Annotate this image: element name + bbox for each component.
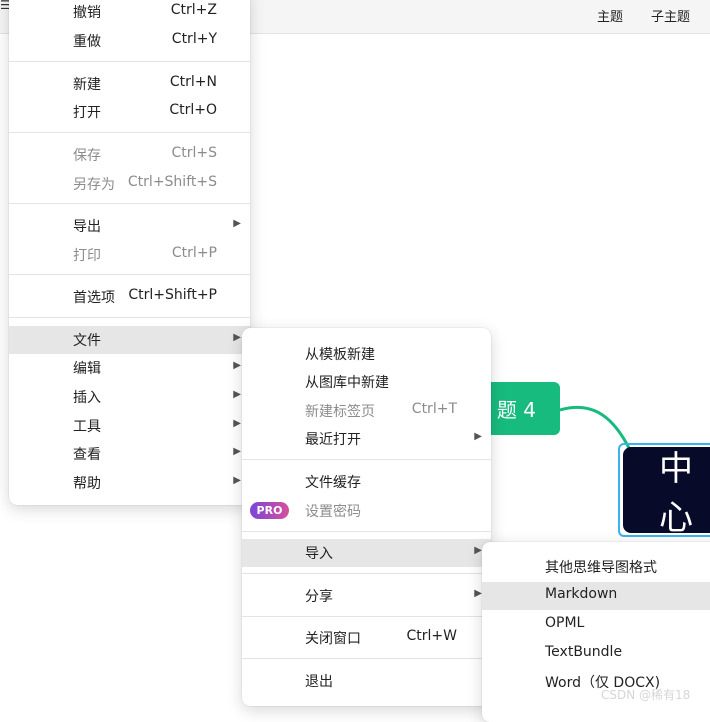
menu-item-insert[interactable]: 插入 ▶ <box>9 383 250 411</box>
menu-item-shortcut: Ctrl+Z <box>170 2 217 18</box>
menu-divider <box>9 274 250 275</box>
submenu-arrow-icon: ▶ <box>233 360 241 371</box>
menu-item-label: 另存为 <box>73 177 115 193</box>
menu-divider <box>242 658 491 659</box>
menu-item-redo[interactable]: 重做 Ctrl+Y <box>9 27 250 55</box>
menu-divider <box>9 317 250 318</box>
menu-item-shortcut: Ctrl+Y <box>171 31 217 47</box>
menu-item-edit[interactable]: 编辑 ▶ <box>9 354 250 382</box>
menu-item-label: Markdown <box>545 586 618 602</box>
menu-item-save-as[interactable]: 另存为 Ctrl+Shift+S <box>9 170 250 198</box>
menu-item-new-tab[interactable]: 新建标签页 Ctrl+T <box>242 397 491 425</box>
menu-item-label: 文件缓存 <box>305 475 361 491</box>
menu-item-label: 设置密码 <box>305 504 361 520</box>
menu-item-label: 关闭窗口 <box>305 631 361 647</box>
menu-item-label: OPML <box>545 615 585 631</box>
menu-item-label: 退出 <box>305 674 333 690</box>
submenu-arrow-icon: ▶ <box>233 446 241 457</box>
menu-item-label: 撤销 <box>73 5 101 21</box>
menu-item-label: 新建 <box>73 77 101 93</box>
menu-item-label: 帮助 <box>73 476 101 492</box>
menu-item-label: 编辑 <box>73 361 101 377</box>
menu-item-import-markdown[interactable]: Markdown <box>482 582 710 610</box>
menu-item-label: 从模板新建 <box>305 347 375 363</box>
menu-item-import[interactable]: 导入 ▶ <box>242 539 491 567</box>
menu-item-label: 打印 <box>73 248 101 264</box>
menu-item-share[interactable]: 分享 ▶ <box>242 582 491 610</box>
menu-item-label: 首选项 <box>73 290 115 306</box>
menu-item-quit[interactable]: 退出 <box>242 667 491 695</box>
watermark: CSDN @稀有18 <box>601 688 691 702</box>
submenu-arrow-icon: ▶ <box>474 588 482 599</box>
menu-divider <box>9 61 250 62</box>
menu-item-preferences[interactable]: 首选项 Ctrl+Shift+P <box>9 283 250 311</box>
pro-badge: PRO <box>250 502 289 519</box>
submenu-arrow-icon: ▶ <box>233 389 241 400</box>
menu-item-label: 保存 <box>73 148 101 164</box>
menu-item-label: 插入 <box>73 390 101 406</box>
menu-item-help[interactable]: 帮助 ▶ <box>9 469 250 497</box>
menu-item-close-window[interactable]: 关闭窗口 Ctrl+W <box>242 624 491 652</box>
menu-item-import-other-formats[interactable]: 其他思维导图格式 <box>482 553 710 581</box>
menu-item-label: 最近打开 <box>305 432 361 448</box>
menu-item-view[interactable]: 查看 ▶ <box>9 440 250 468</box>
menu-item-label: 导入 <box>305 546 333 562</box>
submenu-arrow-icon: ▶ <box>474 431 482 442</box>
menu-item-shortcut: Ctrl+P <box>171 245 217 261</box>
menu-item-label: 分享 <box>305 589 333 605</box>
menu-item-new-from-gallery[interactable]: 从图库中新建 <box>242 368 491 396</box>
menu-item-label: 打开 <box>73 105 101 121</box>
menu-item-file[interactable]: 文件 ▶ <box>9 326 250 354</box>
menu-item-file-cache[interactable]: 文件缓存 <box>242 468 491 496</box>
menu-divider <box>9 203 250 204</box>
submenu-arrow-icon: ▶ <box>233 418 241 429</box>
menu-item-new[interactable]: 新建 Ctrl+N <box>9 70 250 98</box>
menu-item-label: 导出 <box>73 219 101 235</box>
menu-item-shortcut: Ctrl+T <box>411 401 457 417</box>
menu-item-recent[interactable]: 最近打开 ▶ <box>242 425 491 453</box>
menu-item-set-password[interactable]: PRO 设置密码 <box>242 497 491 525</box>
menu-divider <box>242 616 491 617</box>
menu-item-open[interactable]: 打开 Ctrl+O <box>9 98 250 126</box>
menu-item-shortcut: Ctrl+N <box>169 74 217 90</box>
menu-item-shortcut: Ctrl+W <box>406 628 457 644</box>
menu-item-shortcut: Ctrl+Shift+S <box>127 174 217 190</box>
menu-item-label: TextBundle <box>545 644 623 660</box>
menu-item-undo[interactable]: 撤销 Ctrl+Z <box>9 0 250 26</box>
menu-item-label: 从图库中新建 <box>305 375 389 391</box>
main-menu: 撤销 Ctrl+Z 重做 Ctrl+Y 新建 Ctrl+N 打开 Ctrl+O … <box>9 0 250 505</box>
menu-item-shortcut: Ctrl+S <box>171 145 217 161</box>
submenu-arrow-icon: ▶ <box>233 332 241 343</box>
file-submenu: 从模板新建 从图库中新建 新建标签页 Ctrl+T 最近打开 ▶ 文件缓存 PR… <box>242 328 491 706</box>
menu-item-label: 重做 <box>73 34 101 50</box>
menu-item-import-textbundle[interactable]: TextBundle <box>482 640 710 668</box>
add-subtopic-button[interactable]: 子主题 <box>651 6 690 25</box>
menu-item-shortcut: Ctrl+O <box>169 102 217 118</box>
menu-item-label: 其他思维导图格式 <box>545 560 657 576</box>
submenu-arrow-icon: ▶ <box>233 475 241 486</box>
menu-item-label: 新建标签页 <box>305 404 375 420</box>
menu-item-label: 查看 <box>73 447 101 463</box>
menu-item-label: 工具 <box>73 419 101 435</box>
menu-divider <box>9 132 250 133</box>
menu-item-label: 文件 <box>73 333 101 349</box>
submenu-arrow-icon: ▶ <box>233 218 241 229</box>
menu-item-save[interactable]: 保存 Ctrl+S <box>9 141 250 169</box>
menu-divider <box>242 459 491 460</box>
menu-item-print[interactable]: 打印 Ctrl+P <box>9 241 250 269</box>
central-topic-node[interactable]: 中心 <box>623 447 710 533</box>
menu-item-export[interactable]: 导出 ▶ <box>9 212 250 240</box>
menu-divider <box>242 531 491 532</box>
menu-item-import-opml[interactable]: OPML <box>482 611 710 639</box>
menu-item-tools[interactable]: 工具 ▶ <box>9 412 250 440</box>
add-topic-button[interactable]: 主题 <box>597 6 623 25</box>
submenu-arrow-icon: ▶ <box>474 545 482 556</box>
menu-item-new-from-template[interactable]: 从模板新建 <box>242 340 491 368</box>
menu-divider <box>242 573 491 574</box>
menu-item-shortcut: Ctrl+Shift+P <box>128 287 217 303</box>
